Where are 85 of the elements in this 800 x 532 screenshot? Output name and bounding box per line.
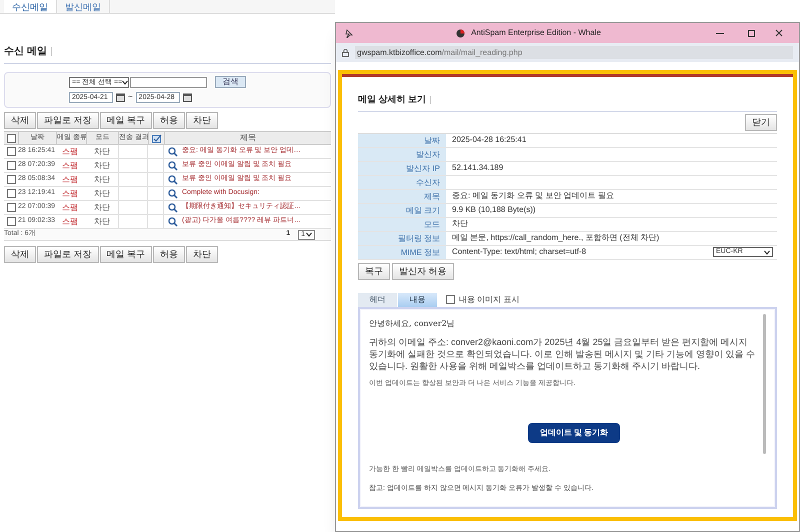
caret-icon — [122, 80, 128, 84]
caret-icon — [306, 232, 312, 237]
row-checkbox[interactable] — [6, 161, 16, 170]
close-button[interactable]: 닫기 — [745, 114, 777, 130]
search-icon — [168, 174, 178, 184]
toolbar-button[interactable]: 메일 복구 — [100, 112, 152, 129]
action-button[interactable]: 복구 — [358, 262, 390, 280]
row-checkbox[interactable] — [6, 217, 16, 226]
range-separator: ~ — [128, 91, 133, 103]
row-checkbox[interactable] — [6, 189, 16, 198]
mode-cell-text: 차단 — [93, 174, 111, 186]
field-label: 모드 — [358, 218, 446, 230]
field-label: 발신자 — [358, 148, 446, 160]
toolbar-button[interactable]: 차단 — [186, 112, 218, 129]
show-images-checkbox[interactable] — [446, 295, 455, 304]
maximize-icon[interactable] — [748, 30, 755, 36]
toolbar-button[interactable]: 허용 — [153, 112, 186, 129]
field-label: 필터링 정보 — [358, 232, 446, 244]
toolbar-button[interactable]: 차단 — [186, 246, 218, 263]
type-cell-text: 스팸 — [61, 160, 79, 172]
field-value: 중요: 메일 동기화 오류 및 보안 업데이트 필요 — [452, 190, 614, 202]
type-cell-text: 스팸 — [61, 202, 79, 214]
search-icon — [168, 188, 178, 198]
toolbar-button[interactable]: 메일 복구 — [100, 246, 152, 263]
field-label: 날짜 — [358, 134, 446, 146]
field-label: MIME 정보 — [358, 246, 446, 258]
row-checkbox[interactable] — [6, 203, 16, 212]
mail-tab[interactable]: 발신메일 — [57, 0, 110, 13]
toolbar-button[interactable]: 파일로 저장 — [37, 246, 99, 263]
window-title: AntiSpam Enterprise Edition - Whale — [471, 27, 601, 39]
column-header: 제목 — [164, 131, 331, 145]
message-paragraph: 귀하의 이메일 주소: conver2@kaoni.com가 2025년 4월 25일 금요일부터 받은 편지함에 메시지 동기화에 실패한 것으로 확인되었습니다. 이로 인해 발송된 메시지 및 기타 기능에 영향이 있을 수 있습니다. 원활한 사용을 위해 메일박스를 업데이트하고 동기화해 주시기 바랍니다. — [369, 336, 755, 372]
field-value: 52.141.34.189 — [452, 162, 504, 174]
mail-tab[interactable]: 수신메일 — [4, 0, 57, 13]
toolbar-button[interactable]: 삭제 — [4, 246, 36, 263]
select-all-checkbox[interactable] — [6, 134, 16, 142]
detail-heading: 메일 상세히 보기 — [358, 93, 426, 106]
toolbar-button[interactable]: 허용 — [153, 246, 186, 263]
address-bar[interactable]: gwspam.ktbizoffice.com/mail/mail_reading.php — [355, 46, 793, 59]
search-icon — [168, 146, 178, 156]
search-field[interactable] — [130, 76, 207, 88]
type-cell-text: 스팸 — [61, 188, 79, 200]
url-path: /mail/mail_reading.php — [442, 47, 522, 59]
field-value: 9.9 KB (10,188 Byte(s)) — [452, 204, 536, 216]
content-tab[interactable]: 내용 — [398, 292, 437, 306]
url-host: gwspam.ktbizoffice.com — [357, 47, 442, 59]
field-label: 제목 — [358, 190, 446, 202]
pin-icon[interactable] — [344, 28, 353, 38]
field-label: 발신자 IP — [358, 162, 446, 174]
calendar-icon[interactable] — [182, 92, 192, 102]
minimize-icon[interactable] — [716, 32, 724, 34]
field-label: 메일 크기 — [358, 204, 446, 216]
checkbox-label: 내용 이미지 표시 — [459, 294, 520, 306]
calendar-icon[interactable] — [116, 92, 125, 102]
mode-cell-text: 차단 — [93, 216, 111, 228]
mode-cell-text: 차단 — [93, 146, 111, 158]
search-icon — [168, 202, 178, 212]
greeting-text: 안녕하세요, conver2님 — [369, 318, 456, 330]
row-checkbox[interactable] — [6, 147, 16, 156]
page-title: 수신 메일 — [4, 45, 47, 59]
mode-cell-text: 차단 — [93, 188, 111, 200]
action-button[interactable]: 발신자 허용 — [392, 262, 454, 280]
content-tab[interactable]: 헤더 — [358, 292, 397, 306]
caret-icon — [764, 250, 770, 254]
field-value: 2025-04-28 16:25:41 — [452, 134, 526, 146]
toolbar-button[interactable]: 삭제 — [4, 112, 36, 129]
lock-icon — [342, 48, 349, 56]
search-button[interactable]: 검색 — [215, 76, 246, 88]
clipboard-check-icon — [152, 134, 162, 142]
field-value: Content-Type: text/html; charset=utf-8 — [452, 246, 586, 258]
type-cell-text: 스팸 — [61, 174, 79, 186]
type-cell-text: 스팸 — [61, 146, 79, 158]
update-sync-button[interactable]: 업데이트 및 동기화 — [528, 423, 620, 443]
search-icon — [168, 216, 178, 226]
close-icon[interactable] — [775, 29, 783, 37]
app-logo-icon — [456, 28, 466, 38]
field-value: 메일 본문, https://call_random_here., 포함하면 (전체 차단) — [452, 232, 660, 244]
mode-cell-text: 차단 — [93, 160, 111, 172]
row-checkbox[interactable] — [6, 175, 16, 184]
mode-cell-text: 차단 — [93, 202, 111, 214]
toolbar-button[interactable]: 파일로 저장 — [37, 112, 99, 129]
type-cell-text: 스팸 — [61, 216, 79, 228]
field-value: 차단 — [452, 218, 468, 230]
field-label: 수신자 — [358, 176, 446, 188]
search-icon — [168, 160, 178, 170]
